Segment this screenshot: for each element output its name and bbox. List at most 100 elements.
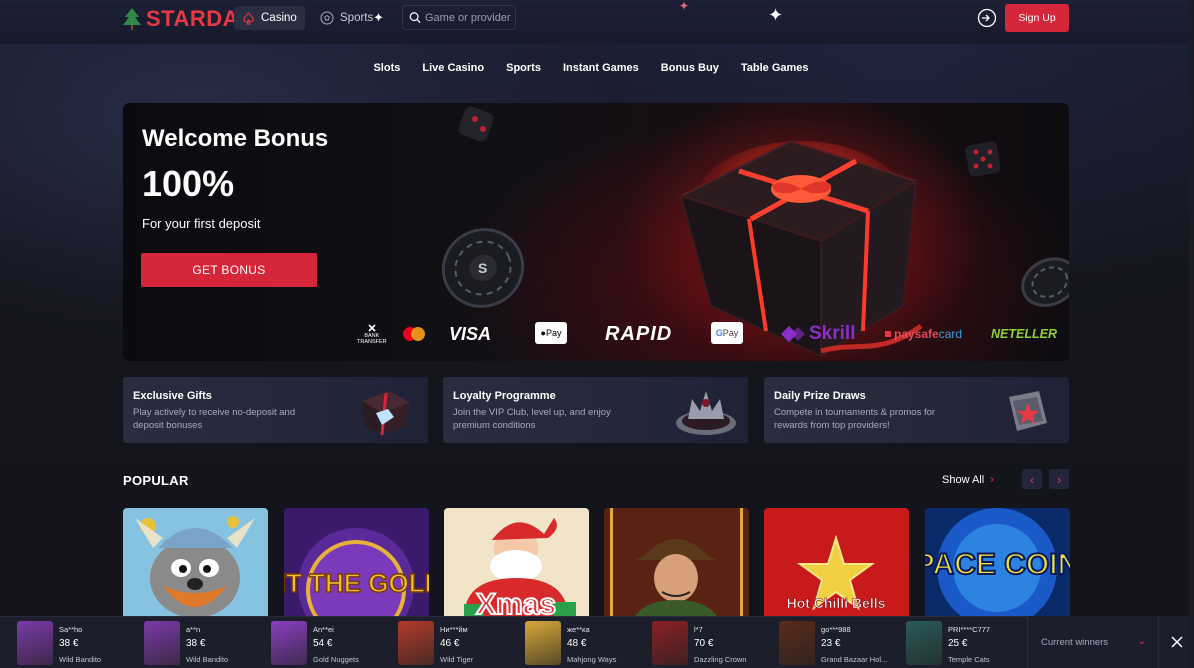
game-art-hit-the-gold: HIT THE GOLD! bbox=[284, 508, 429, 618]
winner-amount: 25 € bbox=[948, 638, 968, 649]
category-live-casino[interactable]: Live Casino bbox=[422, 62, 484, 74]
game-tile[interactable]: SPACE COINS bbox=[925, 508, 1070, 618]
chevron-right-icon: › bbox=[1056, 471, 1062, 487]
category-bonus-buy[interactable]: Bonus Buy bbox=[661, 62, 719, 74]
welcome-bonus-banner[interactable]: Welcome Bonus 100% For your first deposi… bbox=[123, 103, 1069, 361]
category-sports[interactable]: Sports bbox=[506, 62, 541, 74]
game-tile[interactable]: HIT THE GOLD! bbox=[284, 508, 429, 618]
winner-game: Mahjong Ways bbox=[567, 655, 617, 664]
chevron-right-icon: › bbox=[990, 474, 994, 486]
category-instant-games[interactable]: Instant Games bbox=[563, 62, 639, 74]
promo-description: Compete in tournaments & promos for rewa… bbox=[774, 407, 936, 431]
top-bar: STARDA Casino Sports Sign Up bbox=[0, 0, 1194, 44]
signup-button[interactable]: Sign Up bbox=[1005, 4, 1069, 32]
nav-sports[interactable]: Sports bbox=[312, 6, 381, 30]
paysafe-icon bbox=[885, 331, 891, 337]
game-art-space-coins: SPACE COINS bbox=[925, 508, 1070, 618]
winner-amount: 38 € bbox=[59, 638, 79, 649]
winner-name: l*7 bbox=[694, 625, 703, 634]
gift-diamond-icon bbox=[362, 391, 410, 436]
promo-card-daily-prize-draws[interactable]: Daily Prize Draws Compete in tournaments… bbox=[764, 377, 1069, 443]
winner-name: go***988 bbox=[821, 625, 851, 634]
dice-icon bbox=[965, 141, 1001, 177]
category-nav: Slots Live Casino Sports Instant Games B… bbox=[0, 62, 1194, 74]
winner-game: Gold Nuggets bbox=[313, 655, 359, 664]
chevron-left-icon: ‹ bbox=[1029, 471, 1035, 487]
winner-amount: 38 € bbox=[186, 638, 206, 649]
winner-name: PRI****C777 bbox=[948, 625, 991, 634]
winner-amount: 23 € bbox=[821, 638, 841, 649]
game-tile[interactable]: Hot Chilli Bells bbox=[764, 508, 909, 618]
search-box[interactable] bbox=[402, 5, 516, 30]
promo-description: Join the VIP Club, level up, and enjoy p… bbox=[453, 407, 611, 431]
chevron-down-icon: ⌄ bbox=[1137, 636, 1146, 647]
hero-percent: 100% bbox=[142, 163, 235, 204]
winner-item[interactable]: PRI****C777 25 € Temple Cats bbox=[906, 621, 1030, 665]
sparkle-icon: ✦ bbox=[373, 10, 384, 25]
promo-title: Daily Prize Draws bbox=[774, 390, 866, 402]
logo[interactable]: STARDA bbox=[122, 6, 239, 32]
scrollbar[interactable] bbox=[1189, 0, 1194, 668]
winner-item[interactable]: go***988 23 € Grand Bazaar Hol... bbox=[779, 621, 903, 665]
category-slots[interactable]: Slots bbox=[373, 62, 400, 74]
game-tile[interactable]: Xmas bbox=[444, 508, 589, 618]
winner-item[interactable]: An**ei 54 € Gold Nuggets bbox=[271, 621, 395, 665]
winner-item[interactable]: Ни***йм 46 € Wild Tiger bbox=[398, 621, 522, 665]
winner-game: Wild Tiger bbox=[440, 655, 474, 664]
hero-title: Welcome Bonus bbox=[142, 125, 329, 152]
bank-icon bbox=[368, 324, 376, 332]
promo-card-loyalty-programme[interactable]: Loyalty Programme Join the VIP Club, lev… bbox=[443, 377, 748, 443]
game-art-xmas: Xmas bbox=[444, 508, 589, 618]
spade-icon bbox=[243, 11, 254, 25]
game-tile[interactable] bbox=[123, 508, 268, 618]
winner-amount: 48 € bbox=[567, 638, 587, 649]
tile-title: Xmas bbox=[476, 588, 556, 618]
tile-title: HIT THE GOLD! bbox=[284, 568, 429, 598]
nav-sports-label: Sports bbox=[340, 12, 374, 24]
search-input[interactable] bbox=[425, 11, 515, 24]
winner-amount: 54 € bbox=[313, 638, 333, 649]
google-icon: G bbox=[715, 328, 723, 338]
nav-casino[interactable]: Casino bbox=[234, 6, 305, 30]
show-all-link[interactable]: Show All › bbox=[942, 474, 994, 486]
promo-title: Exclusive Gifts bbox=[133, 390, 212, 402]
visa-logo: VISA bbox=[449, 323, 492, 344]
category-table-games[interactable]: Table Games bbox=[741, 62, 809, 74]
mastercard-logo bbox=[403, 327, 425, 341]
login-icon[interactable] bbox=[977, 8, 997, 28]
logo-text: STARDA bbox=[146, 6, 240, 31]
winner-game: Dazzling Crown bbox=[694, 655, 747, 664]
poker-chip-icon bbox=[1021, 257, 1069, 307]
neteller-logo: NETELLER bbox=[991, 327, 1057, 341]
promo-card-exclusive-gifts[interactable]: Exclusive Gifts Play actively to receive… bbox=[123, 377, 428, 443]
bank-transfer-logo: BANK TRANSFER bbox=[357, 320, 387, 348]
winner-item[interactable]: l*7 70 € Dazzling Crown bbox=[652, 621, 776, 665]
game-art-viking bbox=[123, 508, 268, 618]
apple-pay-logo: ● Pay bbox=[535, 322, 567, 344]
next-button[interactable]: › bbox=[1049, 469, 1069, 489]
game-tile[interactable] bbox=[604, 508, 749, 618]
prev-button[interactable]: ‹ bbox=[1022, 469, 1042, 489]
winner-amount: 46 € bbox=[440, 638, 460, 649]
current-winners-toggle[interactable]: Current winners ⌄ bbox=[1027, 616, 1158, 668]
soccer-ball-icon bbox=[320, 11, 334, 25]
winner-game-thumbnail bbox=[271, 621, 307, 665]
promo-description: Play actively to receive no-deposit and … bbox=[133, 407, 296, 431]
winner-item[interactable]: же**ка 48 € Mahjong Ways bbox=[525, 621, 649, 665]
winner-game: Temple Cats bbox=[948, 655, 990, 664]
svg-text:S: S bbox=[478, 260, 487, 276]
sparkle-icon: ✦ bbox=[768, 5, 784, 25]
winner-item[interactable]: a**n 38 € Wild Bandito bbox=[144, 621, 268, 665]
winner-game: Wild Bandito bbox=[186, 655, 229, 664]
winner-item[interactable]: Sa**ho 38 € Wild Bandito bbox=[17, 621, 141, 665]
winner-game: Grand Bazaar Hol... bbox=[821, 655, 888, 664]
crown-icon bbox=[676, 391, 736, 435]
get-bonus-button[interactable]: GET BONUS bbox=[141, 253, 317, 287]
winner-amount: 70 € bbox=[694, 638, 714, 649]
google-pay-logo: G Pay bbox=[711, 322, 743, 344]
close-icon bbox=[1170, 636, 1183, 648]
rapid-logo: RAPID bbox=[605, 322, 673, 345]
dice-icon bbox=[458, 106, 494, 142]
winner-name: Sa**ho bbox=[59, 625, 83, 634]
tile-title: Hot Chilli Bells bbox=[787, 595, 886, 611]
